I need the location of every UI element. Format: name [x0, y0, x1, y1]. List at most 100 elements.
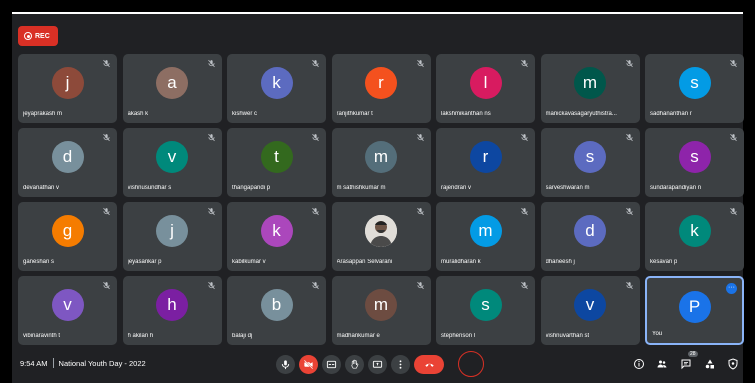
participant-avatar: s — [469, 289, 502, 321]
participant-avatar: s — [678, 141, 711, 173]
participant-name: thangapandi p — [232, 185, 271, 191]
leave-call-button[interactable] — [414, 355, 444, 374]
participant-tile[interactable]: P You ··· — [645, 276, 744, 345]
participant-tile[interactable]: s sarveshwaran m — [540, 128, 640, 197]
participant-tile[interactable]: d dhaneesh j — [540, 202, 640, 271]
participant-avatar: r — [365, 67, 397, 99]
mic-button[interactable] — [276, 355, 295, 374]
mic-off-icon — [730, 59, 737, 68]
raise-hand-icon — [351, 359, 359, 369]
leave-call-highlight — [458, 351, 484, 377]
participant-tile[interactable]: t thangapandi p — [227, 128, 326, 197]
camera-button[interactable] — [299, 355, 318, 374]
participant-avatar: b — [260, 289, 293, 321]
participant-name: kabilkumar v — [232, 259, 266, 265]
participant-tile[interactable]: m muralidharan k — [436, 202, 535, 271]
mic-off-icon — [103, 207, 110, 216]
participant-name: stephenson l — [441, 333, 476, 339]
meeting-title: National Youth Day - 2022 — [58, 358, 146, 368]
record-icon — [24, 32, 32, 40]
participant-name: ganeshan s — [23, 259, 55, 265]
participant-tile[interactable]: h h akilan h — [122, 276, 222, 345]
participant-tile[interactable]: v vishnusundhar s — [122, 128, 222, 197]
participant-tile[interactable]: b balaji dj — [227, 276, 326, 345]
meeting-details[interactable]: 9:54 AM National Youth Day - 2022 — [20, 358, 146, 368]
participant-name: rajendran v — [441, 185, 472, 191]
participant-tile[interactable]: d devanathan v — [18, 128, 117, 197]
mic-off-icon — [625, 207, 633, 216]
mic-off-icon — [416, 281, 424, 290]
participant-name: vishnuvarthan st — [545, 333, 590, 339]
participant-tile[interactable]: m madhankumar e — [331, 276, 431, 345]
participant-avatar: m — [469, 215, 502, 247]
mic-off-icon — [521, 281, 528, 290]
participant-name: vibinaravinth t — [23, 333, 61, 339]
participant-tile[interactable]: k kishwer c — [227, 54, 326, 123]
more-options-icon — [399, 360, 402, 369]
participant-tile[interactable]: l lakshmikanthan ns — [436, 54, 535, 123]
participant-avatar: s — [574, 141, 606, 173]
mic-off-icon — [416, 207, 424, 216]
mic-off-icon — [207, 133, 215, 142]
participant-tile[interactable]: k kesavan p — [645, 202, 744, 271]
participant-avatar: j — [156, 215, 188, 247]
participant-count-badge: 28 — [688, 351, 698, 357]
mic-off-icon — [416, 59, 424, 68]
participant-avatar: m — [574, 67, 606, 99]
participant-name: Arasappan Selvarani — [336, 259, 393, 265]
participant-tile[interactable]: v vibinaravinth t — [18, 276, 117, 345]
recording-indicator: REC — [18, 26, 58, 46]
participant-avatar: k — [260, 215, 293, 247]
mic-off-icon — [312, 281, 319, 290]
bottom-bar: 9:54 AM National Youth Day - 2022 — [18, 350, 743, 380]
participant-name: vishnusundhar s — [127, 185, 172, 191]
participant-name: jeyasankar p — [127, 259, 162, 265]
mic-off-icon — [207, 207, 215, 216]
participant-avatar: d — [51, 141, 84, 173]
mic-off-icon — [730, 207, 737, 216]
participant-tile[interactable]: g ganeshan s — [18, 202, 117, 271]
mic-off-icon — [521, 207, 528, 216]
present-button[interactable] — [368, 355, 387, 374]
participant-avatar: s — [678, 67, 711, 99]
camera-off-icon — [303, 359, 314, 370]
participant-avatar: m — [365, 289, 397, 321]
participant-tile[interactable]: r ranjithkumar t — [331, 54, 431, 123]
participant-tile[interactable]: Arasappan Selvarani — [331, 202, 431, 271]
mic-off-icon — [103, 59, 110, 68]
participant-tile[interactable]: r rajendran v — [436, 128, 535, 197]
participant-tile[interactable]: s sundarapandiyan n — [645, 128, 744, 197]
activities-icon[interactable] — [704, 358, 716, 370]
participant-avatar: l — [469, 67, 502, 99]
participant-avatar: v — [574, 289, 606, 321]
participant-name: ranjithkumar t — [336, 111, 373, 117]
host-controls-icon[interactable] — [727, 358, 739, 370]
participant-tile[interactable]: k kabilkumar v — [227, 202, 326, 271]
participant-avatar: k — [678, 215, 711, 247]
participant-avatar: t — [260, 141, 293, 173]
participant-name: sarveshwaran m — [545, 185, 590, 191]
participant-tile[interactable]: j jeyasankar p — [122, 202, 222, 271]
participant-tile[interactable]: m manickavasagaryuthistra... — [540, 54, 640, 123]
participant-tile[interactable]: j jeyaprakash m — [18, 54, 117, 123]
participant-tile[interactable]: m m sathishkumar m — [331, 128, 431, 197]
participant-avatar: d — [574, 215, 606, 247]
info-icon[interactable] — [633, 358, 645, 370]
participant-tile[interactable]: s stephenson l — [436, 276, 535, 345]
participant-name: jeyaprakash m — [23, 111, 63, 117]
participant-name: You — [652, 331, 663, 337]
participant-photo — [365, 215, 397, 247]
tile-more-icon[interactable]: ··· — [726, 283, 737, 294]
raise-hand-button[interactable] — [345, 355, 364, 374]
more-options-button[interactable] — [391, 355, 410, 374]
participant-tile[interactable]: s sadhananthan r — [645, 54, 744, 123]
mic-off-icon — [312, 59, 319, 68]
mic-off-icon — [312, 133, 319, 142]
mic-off-icon — [207, 281, 215, 290]
captions-button[interactable] — [322, 355, 341, 374]
people-icon[interactable] — [656, 358, 668, 370]
mic-off-icon — [521, 133, 528, 142]
participant-tile[interactable]: v vishnuvarthan st — [540, 276, 640, 345]
chat-icon[interactable] — [680, 358, 692, 370]
participant-tile[interactable]: a akash k — [122, 54, 222, 123]
